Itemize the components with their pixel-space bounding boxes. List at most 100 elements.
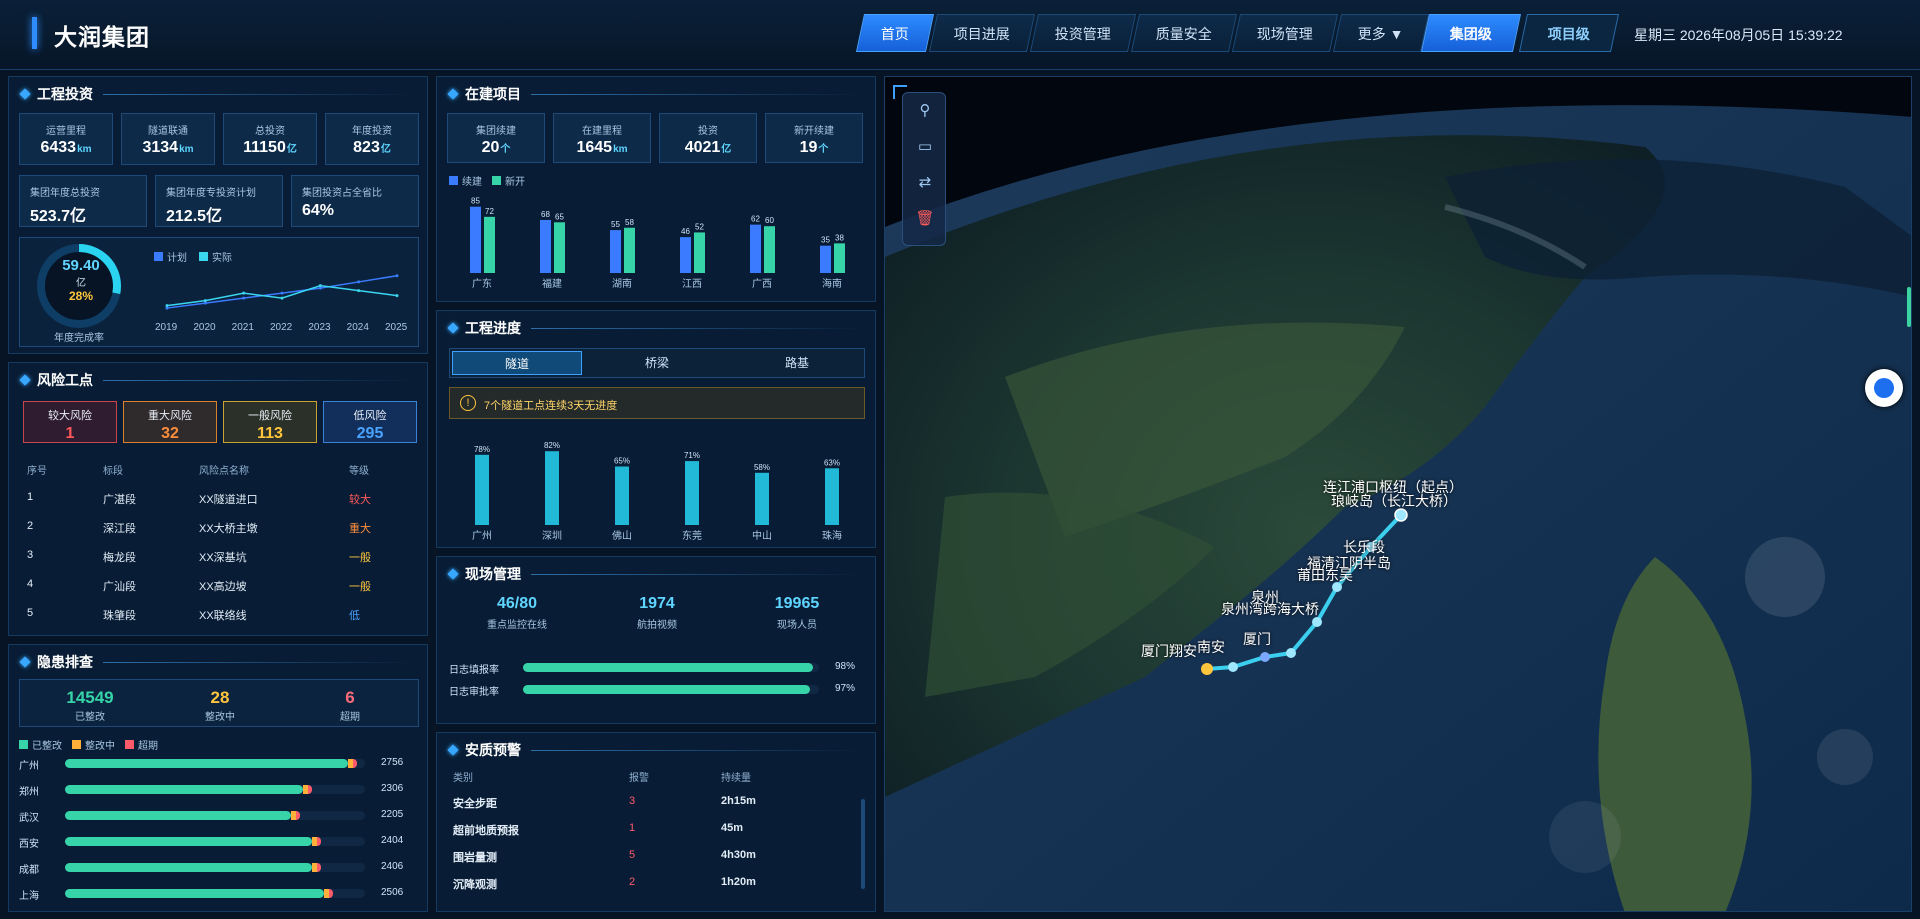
bar [610, 230, 621, 273]
hazard-city-label: 上海 [19, 891, 39, 902]
progress-panel: 工程进度 隧道 桥梁 路基 ! 7个隧道工点连续3天无进度 78% 广州 82% 深圳… [436, 310, 876, 548]
table-cell: 低 [349, 610, 360, 622]
nav-progress[interactable]: 项目进展 [928, 14, 1036, 52]
map-label: 厦门 [1243, 631, 1271, 647]
trash-icon[interactable]: 🗑 [915, 209, 935, 229]
x-tick-label: 广东 [472, 277, 492, 290]
stat-card: 隧道联通 3134km [121, 113, 215, 165]
log-approve-bar [523, 685, 811, 694]
table-cell: 4h30m [721, 849, 756, 861]
nav-home[interactable]: 首页 [855, 14, 935, 52]
map-toolbar: ⚲ ▭ ⇄ 🗑 [902, 92, 946, 246]
globe-map-view[interactable]: 连江浦口枢纽（起点） 琅岐岛（长江大桥） 长乐段 福清江阴半岛 莆田东吴 泉州湾… [884, 76, 1912, 912]
table-cell: 深江段 [103, 523, 136, 535]
hazard-fixed-bar [65, 785, 303, 794]
hazard-overdue-bar [329, 889, 333, 898]
tab-roadbed[interactable]: 路基 [732, 351, 862, 375]
site-people-label: 现场人员 [777, 620, 817, 631]
scrollbar[interactable] [861, 799, 865, 889]
panel-title: 工程投资 [19, 84, 415, 104]
side-indicator [1907, 287, 1911, 327]
hazard-fixed-bar [65, 863, 312, 872]
table-cell: 1h20m [721, 876, 756, 888]
nav-more[interactable]: 更多 ▼ [1332, 14, 1429, 52]
hazard-total: 2306 [381, 783, 404, 794]
x-tick-label: 广西 [752, 278, 772, 290]
risk-card-major[interactable]: 较大风险 1 [23, 401, 117, 443]
bar-value-label: 65% [614, 457, 630, 466]
table-cell: 一般 [349, 552, 371, 564]
table-cell: XX深基坑 [199, 552, 247, 564]
construction-panel: 在建项目 集团续建 20个 在建里程 1645km 投资 4021亿 新开续建 19个 … [436, 76, 876, 302]
data-point [165, 304, 169, 308]
hazard-bar-track [65, 759, 365, 768]
data-point [280, 296, 284, 300]
hazard-bar-track [65, 811, 365, 820]
tunnel-progress-chart: 78% 广州 82% 深圳 65% 佛山 71% 东莞 58% 中山 63% 珠海 [472, 441, 842, 542]
stat-card: 在建里程 1645km [553, 113, 651, 163]
bar [470, 206, 481, 273]
hazard-panel: 隐患排查 14549 已整改 28 整改中 6 超期 已整改 整改中 超期 广州… [8, 644, 428, 912]
hazard-total: 2404 [381, 835, 404, 846]
route-icon[interactable]: ⇄ [915, 173, 935, 193]
camera-icon[interactable]: ▭ [915, 137, 935, 157]
hazard-total: 2506 [381, 887, 404, 898]
hazard-overdue-bar [317, 837, 321, 846]
bar-value-label: 46 [681, 227, 690, 236]
hazard-overdue-label: 超期 [340, 712, 360, 723]
panel-title: 风险工点 [19, 370, 415, 390]
logo-bar [32, 17, 37, 49]
map-label: 泉州 [1251, 589, 1279, 605]
level-project-button[interactable]: 项目级 [1518, 14, 1620, 52]
warning-panel: 安质预警 类别 报警 持续量 安全步距 3 2h15m 超前地质预报 1 45m 围岩量测 5 4h… [436, 732, 876, 912]
nav-quality[interactable]: 质量安全 [1130, 14, 1238, 52]
x-tick-label: 江西 [682, 278, 702, 290]
construction-bar-chart: 85 72 广东 68 65 福建 55 58 湖南 46 52 江西 62 60 广西 35 38 海南 [470, 197, 845, 290]
series-line [166, 284, 398, 307]
stat-card: 新开续建 19个 [765, 113, 863, 163]
data-point [318, 284, 322, 288]
bar-value-label: 85 [471, 197, 480, 206]
site-video-value: 1974 [639, 595, 675, 612]
level-group-button[interactable]: 集团级 [1420, 14, 1522, 52]
hazard-overdue-bar [317, 863, 321, 872]
x-tick-label: 湖南 [612, 277, 632, 290]
stat-card: 集团投资占全省比 64% [291, 175, 419, 227]
progress-alert: ! 7个隧道工点连续3天无进度 [449, 387, 865, 419]
site-video-label: 航拍视频 [637, 620, 677, 631]
bar [685, 461, 699, 525]
stat-card: 年度投资 823亿 [325, 113, 419, 165]
bar-value-label: 63% [824, 458, 840, 467]
bar [475, 454, 489, 525]
bar-legend: 续建 新开 [449, 173, 525, 188]
tab-bridge[interactable]: 桥梁 [592, 351, 722, 375]
risk-card-low[interactable]: 低风险 295 [323, 401, 417, 443]
risk-card-general[interactable]: 一般风险 113 [223, 401, 317, 443]
tab-tunnel[interactable]: 隧道 [452, 351, 582, 375]
ring-caption: 年度完成率 [54, 333, 104, 344]
data-point [242, 296, 246, 300]
pin-icon[interactable]: ⚲ [915, 101, 935, 121]
data-point [280, 291, 284, 295]
hazard-bar-track [65, 889, 365, 898]
assistant-button[interactable] [1865, 369, 1903, 407]
table-cell: XX隧道进口 [199, 494, 258, 506]
risk-card-serious[interactable]: 重大风险 32 [123, 401, 217, 443]
table-cell: XX高边坡 [199, 581, 247, 593]
x-tick-label: 海南 [822, 277, 842, 290]
data-point [203, 299, 207, 303]
bar [615, 466, 629, 525]
main-nav: 首页 项目进展 投资管理 质量安全 现场管理 更多 ▼ [855, 14, 1429, 52]
map-label: 南安 [1197, 639, 1225, 655]
x-tick-label: 2024 [346, 322, 369, 333]
nav-site[interactable]: 现场管理 [1231, 14, 1339, 52]
bar [820, 245, 831, 273]
data-point [395, 274, 399, 278]
data-point [357, 289, 361, 293]
log-fill-track [523, 663, 819, 672]
nav-investment[interactable]: 投资管理 [1029, 14, 1137, 52]
table-cell: 沉降观测 [453, 879, 497, 891]
x-tick-label: 中山 [752, 529, 772, 542]
x-tick-label: 珠海 [822, 529, 842, 542]
bar-value-label: 65 [555, 212, 564, 221]
